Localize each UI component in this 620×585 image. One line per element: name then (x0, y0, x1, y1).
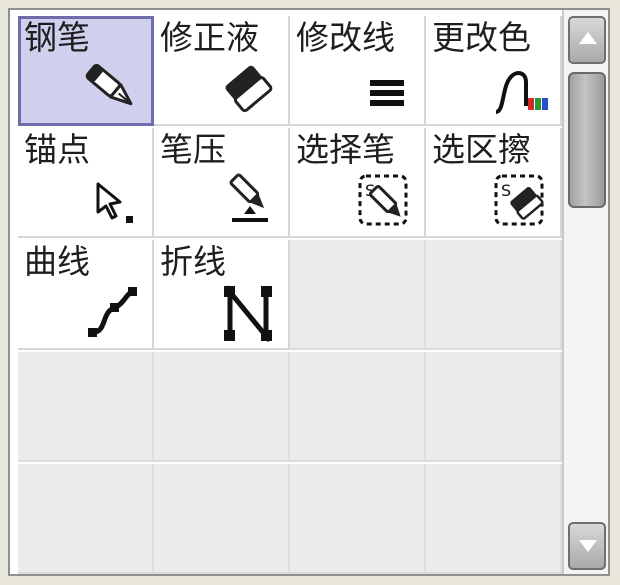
svg-text:S: S (501, 181, 511, 200)
empty-tool-slot (290, 240, 426, 350)
arrow-up-icon (579, 32, 597, 44)
arrow-down-icon (579, 540, 597, 552)
tool-label: 修正液 (160, 18, 259, 57)
empty-tool-slot (426, 352, 562, 462)
anchor-cursor-icon (80, 170, 144, 230)
tool-palette-panel: 钢笔 修正液 修改线 更改色 锚点 笔压 选择笔 S 选区擦 S 曲线 折线 (8, 8, 610, 576)
vertical-scrollbar[interactable] (562, 10, 608, 574)
tool-button-pen[interactable]: 钢笔 (18, 16, 154, 126)
pen-icon (79, 57, 143, 117)
tool-label: 笔压 (160, 130, 226, 169)
empty-tool-slot (290, 352, 426, 462)
tool-label: 折线 (160, 242, 226, 281)
tool-button-modify-line[interactable]: 修改线 (290, 16, 426, 126)
empty-tool-slot (290, 464, 426, 574)
pen-pressure-icon (216, 170, 280, 230)
tool-label: 选区擦 (432, 130, 531, 169)
tool-label: 选择笔 (296, 130, 395, 169)
tool-label: 更改色 (432, 18, 531, 57)
selection-eraser-icon: S (488, 170, 552, 230)
tool-button-anchor[interactable]: 锚点 (18, 128, 154, 238)
selection-pen-icon: S (352, 170, 416, 230)
empty-tool-slot (18, 352, 154, 462)
polyline-icon (216, 282, 280, 342)
scroll-down-button[interactable] (568, 522, 606, 570)
tool-grid: 钢笔 修正液 修改线 更改色 锚点 笔压 选择笔 S 选区擦 S 曲线 折线 (18, 16, 562, 574)
tool-button-selection-eraser[interactable]: 选区擦 S (426, 128, 562, 238)
tool-label: 曲线 (24, 242, 90, 281)
tool-button-pen-pressure[interactable]: 笔压 (154, 128, 290, 238)
tool-label: 修改线 (296, 18, 395, 57)
tool-label: 锚点 (24, 130, 90, 169)
empty-tool-slot (426, 464, 562, 574)
line-width-icon (352, 58, 416, 118)
tool-button-change-color[interactable]: 更改色 (426, 16, 562, 126)
tool-label: 钢笔 (24, 18, 90, 57)
eraser-icon (216, 58, 280, 118)
color-curve-icon (488, 58, 552, 118)
empty-tool-slot (154, 352, 290, 462)
tool-button-curve[interactable]: 曲线 (18, 240, 154, 350)
empty-tool-slot (426, 240, 562, 350)
tool-button-correction-fluid[interactable]: 修正液 (154, 16, 290, 126)
tool-button-polyline[interactable]: 折线 (154, 240, 290, 350)
curve-icon (80, 282, 144, 342)
tool-button-selection-pen[interactable]: 选择笔 S (290, 128, 426, 238)
empty-tool-slot (154, 464, 290, 574)
scroll-up-button[interactable] (568, 16, 606, 64)
scroll-thumb[interactable] (568, 72, 606, 208)
empty-tool-slot (18, 464, 154, 574)
